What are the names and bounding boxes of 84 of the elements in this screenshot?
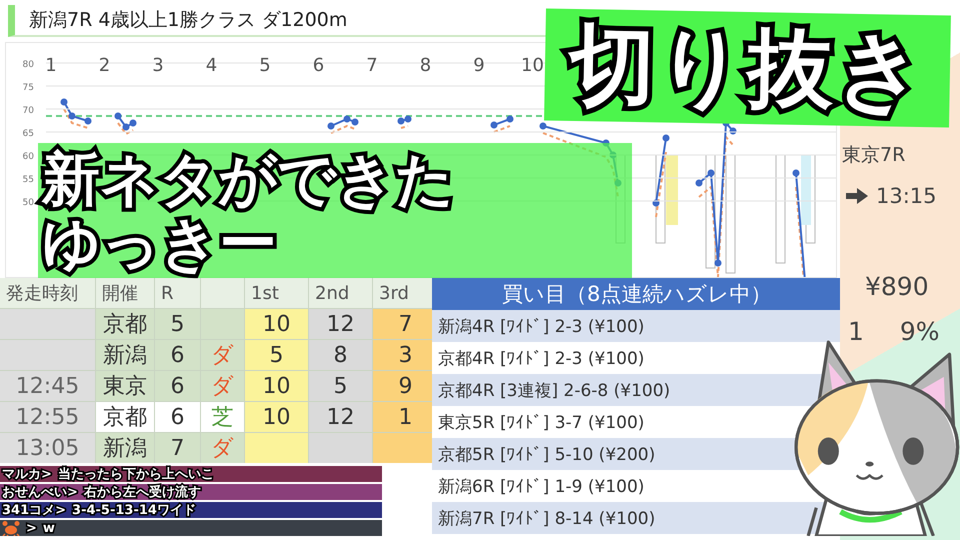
table-header-cell — [201, 278, 244, 308]
table-cell — [309, 433, 372, 463]
table-cell: 10 — [245, 371, 308, 401]
chat-message: 3-4-5-13-14ワイド — [72, 502, 196, 519]
table-cell — [245, 433, 308, 463]
horse-number: 7 — [366, 55, 378, 76]
table-cell: 13:05 — [0, 433, 95, 463]
chat-username: マルカ> — [2, 466, 52, 483]
table-cell — [201, 309, 244, 339]
table-cell: 12:55 — [0, 402, 95, 432]
headline-text: ゆっきー — [42, 210, 277, 274]
highlight-bar — [666, 155, 678, 225]
chat-message: w — [42, 520, 55, 536]
table-cell: 京都 — [96, 309, 154, 339]
table-cell: 5 — [309, 371, 372, 401]
horse-number: 9 — [473, 55, 485, 76]
horse-number: 10 — [521, 55, 544, 76]
clip-banner: 切り抜き — [544, 8, 951, 128]
table-cell: 5 — [245, 340, 308, 370]
table-header-cell: R — [155, 278, 200, 308]
table-header-cell: 2nd — [309, 278, 372, 308]
table-cell: 7 — [373, 309, 432, 339]
table-cell: 6 — [155, 371, 200, 401]
axis-tick-label: 75 — [22, 83, 34, 93]
axis-tick-label: 70 — [22, 106, 34, 116]
table-cell: 12 — [309, 309, 372, 339]
table-header-cell: 開催 — [96, 278, 154, 308]
crab-icon — [2, 520, 20, 536]
table-cell: ダ — [201, 371, 244, 401]
table-cell: 5 — [155, 309, 200, 339]
next-race-time: 13:15 — [876, 184, 937, 208]
horse-number: 6 — [312, 55, 324, 76]
table-header-cell: 3rd — [373, 278, 432, 308]
rating-line — [114, 112, 136, 136]
horse-number: 3 — [152, 55, 164, 76]
highlight-bar — [801, 155, 811, 225]
chat-username: 341コメ> — [2, 502, 66, 519]
recovery-rate: 9% — [900, 317, 940, 346]
table-cell: 12 — [309, 402, 372, 432]
rating-line — [328, 116, 358, 134]
chat-message: 右から左へ受け流す — [84, 484, 201, 501]
next-race-label: 東京7R — [841, 143, 906, 168]
arrow-right-icon — [846, 188, 868, 204]
table-cell: 新潟 — [96, 340, 154, 370]
table-cell: 8 — [309, 340, 372, 370]
axis-tick-label: 55 — [22, 175, 34, 185]
table-cell: 芝 — [201, 402, 244, 432]
horse-number: 4 — [206, 55, 218, 76]
headline-text: 新ネタができた — [42, 146, 454, 210]
balance-amount: ¥890 — [864, 271, 930, 301]
table-cell: ダ — [201, 340, 244, 370]
table-cell: 1 — [373, 402, 432, 432]
horse-number: 8 — [420, 55, 432, 76]
table-header-cell: 発走時刻 — [0, 278, 95, 308]
table-cell: 3 — [373, 340, 432, 370]
recovery-rate: 1 — [848, 317, 864, 346]
axis-tick-label: 80 — [22, 60, 34, 70]
rating-line — [490, 116, 514, 133]
bet-item: 新潟4R [ﾜｲﾄﾞ] 2-3 (¥100) — [432, 310, 840, 342]
rating-line — [398, 116, 412, 129]
horse-number: 5 — [259, 55, 271, 76]
chat-username: おせんべい> — [2, 484, 78, 501]
horse-number: 1 — [45, 55, 57, 76]
table-cell — [373, 433, 432, 463]
table-cell: 新潟 — [96, 433, 154, 463]
rating-line — [60, 98, 92, 129]
bets-header: 買い目（8点連続ハズレ中） — [432, 278, 840, 310]
table-cell: 10 — [245, 402, 308, 432]
horse-number: 2 — [98, 55, 110, 76]
table-cell: ダ — [201, 433, 244, 463]
axis-tick-label: 65 — [22, 129, 34, 139]
axis-tick-label: 50 — [22, 198, 34, 208]
chat-message: 当たったら下から上へいこ — [58, 466, 214, 483]
table-header-cell: 1st — [245, 278, 308, 308]
table-cell: 京都 — [96, 402, 154, 432]
axis-tick-label: 60 — [22, 152, 34, 162]
chat-username: > — [26, 520, 37, 536]
table-cell: 12:45 — [0, 371, 95, 401]
table-cell: 東京 — [96, 371, 154, 401]
table-cell: 9 — [373, 371, 432, 401]
table-cell: 10 — [245, 309, 308, 339]
table-cell: 6 — [155, 340, 200, 370]
table-cell: 7 — [155, 433, 200, 463]
table-cell: 6 — [155, 402, 200, 432]
